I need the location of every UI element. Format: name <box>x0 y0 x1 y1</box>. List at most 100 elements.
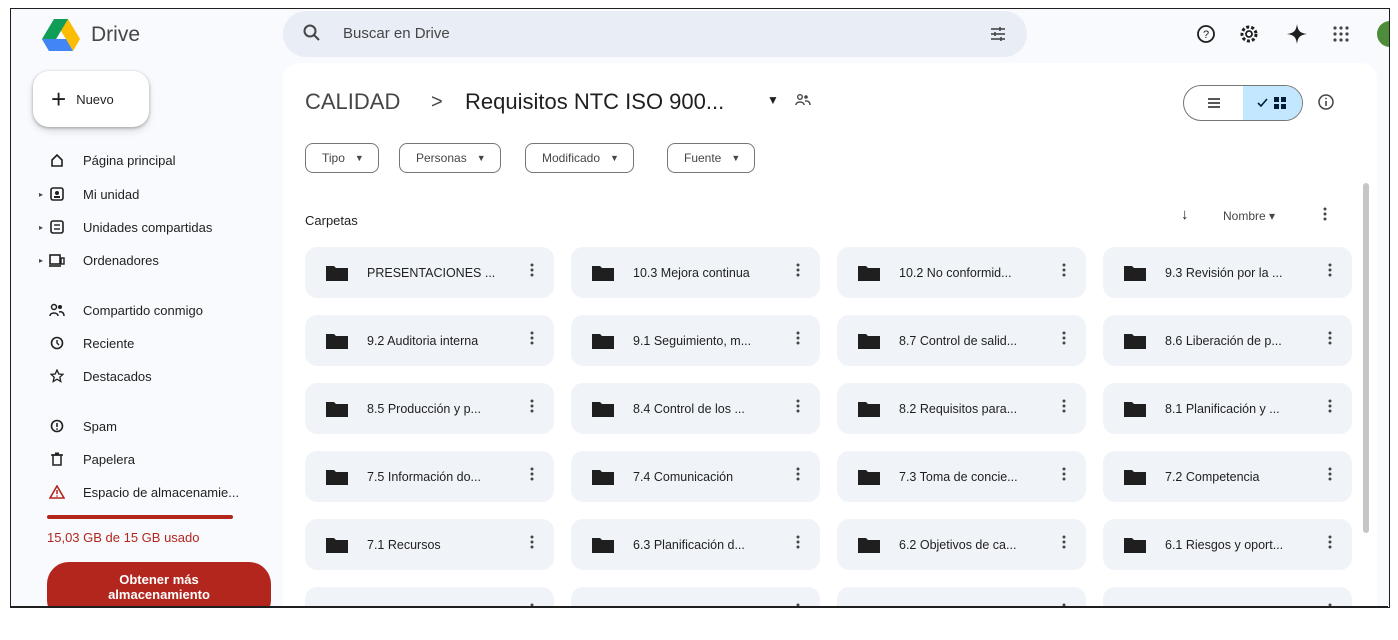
more-options-icon[interactable] <box>1328 331 1332 350</box>
filter-type[interactable]: Tipo ▼ <box>305 143 379 173</box>
plus-icon: + <box>51 84 67 114</box>
folder-card[interactable]: 8.6 Liberación de p... <box>1103 315 1352 366</box>
more-options-icon[interactable] <box>1328 467 1332 486</box>
nav-item-recent[interactable]: Reciente <box>47 329 287 357</box>
drive-logo[interactable] <box>41 17 81 53</box>
folder-card[interactable]: 8.7 Control de salid... <box>837 315 1086 366</box>
folder-icon <box>1123 264 1147 282</box>
folder-card[interactable]: 5.1 Liderazgo y co... <box>837 587 1086 607</box>
folder-card[interactable]: 10.2 No conformid... <box>837 247 1086 298</box>
filter-people[interactable]: Personas ▼ <box>399 143 501 173</box>
section-title: Carpetas <box>305 213 358 228</box>
sort-direction-icon[interactable]: ↓ <box>1181 206 1189 223</box>
get-more-storage-button[interactable]: Obtener más almacenamiento <box>47 562 271 607</box>
new-button[interactable]: + Nuevo <box>33 71 149 127</box>
filter-modified[interactable]: Modificado ▼ <box>525 143 634 173</box>
more-options-icon[interactable] <box>1328 263 1332 282</box>
folder-card[interactable]: 8.5 Producción y p... <box>305 383 554 434</box>
expand-arrow-icon[interactable]: ▸ <box>39 256 43 265</box>
folder-card[interactable]: PRESENTACIONES ... <box>305 247 554 298</box>
search-icon[interactable] <box>303 24 321 47</box>
nav-item-shared-with-me[interactable]: Compartido conmigo <box>47 296 287 324</box>
expand-arrow-icon[interactable]: ▸ <box>39 190 43 199</box>
filter-label: Tipo <box>322 151 345 165</box>
expand-arrow-icon[interactable]: ▸ <box>39 223 43 232</box>
folder-icon <box>1123 400 1147 418</box>
more-options-icon[interactable] <box>1062 535 1066 554</box>
folder-icon <box>325 536 349 554</box>
folder-card[interactable]: 5.3 Roles, respons... <box>305 587 554 607</box>
more-options-icon[interactable] <box>796 467 800 486</box>
gemini-sparkle-icon[interactable] <box>1285 22 1309 46</box>
folder-card[interactable]: 8.4 Control de los ... <box>571 383 820 434</box>
search-options-icon[interactable] <box>989 25 1007 48</box>
folder-card[interactable]: 10.3 Mejora continua <box>571 247 820 298</box>
folder-card[interactable]: 7.4 Comunicación <box>571 451 820 502</box>
more-options-icon[interactable] <box>1328 535 1332 554</box>
folder-icon <box>325 400 349 418</box>
search-bar[interactable]: Buscar en Drive <box>283 11 1027 57</box>
apps-grid-icon[interactable] <box>1329 22 1353 46</box>
warning-icon <box>47 485 67 499</box>
more-options-icon[interactable] <box>1062 331 1066 350</box>
folder-menu-dropdown-icon[interactable]: ▼ <box>767 93 779 107</box>
more-options-icon[interactable] <box>530 263 534 282</box>
folder-card[interactable]: 7.1 Recursos <box>305 519 554 570</box>
folder-card[interactable]: 7.3 Toma de concie... <box>837 451 1086 502</box>
folder-card[interactable]: 4.4 Sistema de Ges... <box>1103 587 1352 607</box>
help-icon[interactable]: ? <box>1194 22 1218 46</box>
nav-item-label: Mi unidad <box>83 186 140 202</box>
view-toggle[interactable] <box>1183 85 1303 121</box>
grid-view-button[interactable] <box>1243 86 1302 120</box>
search-input[interactable]: Buscar en Drive <box>343 25 450 42</box>
computer-icon <box>47 253 67 267</box>
scrollbar[interactable] <box>1363 183 1369 533</box>
folder-card[interactable]: 6.1 Riesgos y oport... <box>1103 519 1352 570</box>
nav-item-trash[interactable]: Papelera <box>47 445 287 473</box>
more-options-icon[interactable] <box>1062 467 1066 486</box>
folder-card[interactable]: 8.1 Planificación y ... <box>1103 383 1352 434</box>
breadcrumb-current[interactable]: Requisitos NTC ISO 900... <box>465 89 724 115</box>
folder-name: 7.5 Información do... <box>367 469 481 484</box>
account-avatar[interactable] <box>1377 21 1389 47</box>
nav-item-home[interactable]: Página principal <box>47 146 287 174</box>
nav-item-spam[interactable]: Spam <box>47 412 287 440</box>
settings-icon[interactable] <box>1237 22 1261 46</box>
folder-card[interactable]: 7.5 Información do... <box>305 451 554 502</box>
star-icon <box>47 369 67 383</box>
sort-by-name-button[interactable]: Nombre ▾ <box>1223 209 1275 223</box>
more-options-icon[interactable] <box>1062 263 1066 282</box>
more-options-icon[interactable] <box>530 399 534 418</box>
nav-item-my-drive[interactable]: ▸ Mi unidad <box>39 180 287 208</box>
more-options-icon[interactable] <box>796 263 800 282</box>
more-options-icon[interactable] <box>796 399 800 418</box>
more-options-icon[interactable] <box>796 535 800 554</box>
nav-item-computers[interactable]: ▸ Ordenadores <box>39 246 287 274</box>
info-icon[interactable] <box>1317 93 1335 116</box>
more-options-icon[interactable] <box>530 467 534 486</box>
more-options-icon[interactable] <box>1328 399 1332 418</box>
more-options-icon[interactable] <box>796 331 800 350</box>
nav-item-shared-drives[interactable]: ▸ Unidades compartidas <box>39 213 287 241</box>
more-options-icon[interactable] <box>1062 399 1066 418</box>
more-options-icon[interactable] <box>530 535 534 554</box>
app-title[interactable]: Drive <box>91 23 140 47</box>
list-view-button[interactable] <box>1184 86 1243 120</box>
dropdown-arrow-icon: ▼ <box>476 153 486 163</box>
folder-name: 8.7 Control de salid... <box>899 333 1018 348</box>
folder-card[interactable]: 6.2 Objetivos de ca... <box>837 519 1086 570</box>
folder-card[interactable]: 6.3 Planificación d... <box>571 519 820 570</box>
more-options-icon[interactable] <box>1323 207 1327 226</box>
folder-card[interactable]: 9.2 Auditoria interna <box>305 315 554 366</box>
folder-card[interactable]: 9.1 Seguimiento, m... <box>571 315 820 366</box>
storage-usage-bar <box>47 515 233 519</box>
folder-card[interactable]: 8.2 Requisitos para... <box>837 383 1086 434</box>
nav-item-starred[interactable]: Destacados <box>47 362 287 390</box>
more-options-icon[interactable] <box>530 331 534 350</box>
breadcrumb-parent[interactable]: CALIDAD <box>305 89 400 115</box>
filter-source[interactable]: Fuente ▼ <box>667 143 756 173</box>
folder-card[interactable]: 5.2 Política de cali... <box>571 587 820 607</box>
folder-card[interactable]: 9.3 Revisión por la ... <box>1103 247 1352 298</box>
folder-card[interactable]: 7.2 Competencia <box>1103 451 1352 502</box>
nav-item-storage[interactable]: Espacio de almacenamie... <box>47 478 287 506</box>
